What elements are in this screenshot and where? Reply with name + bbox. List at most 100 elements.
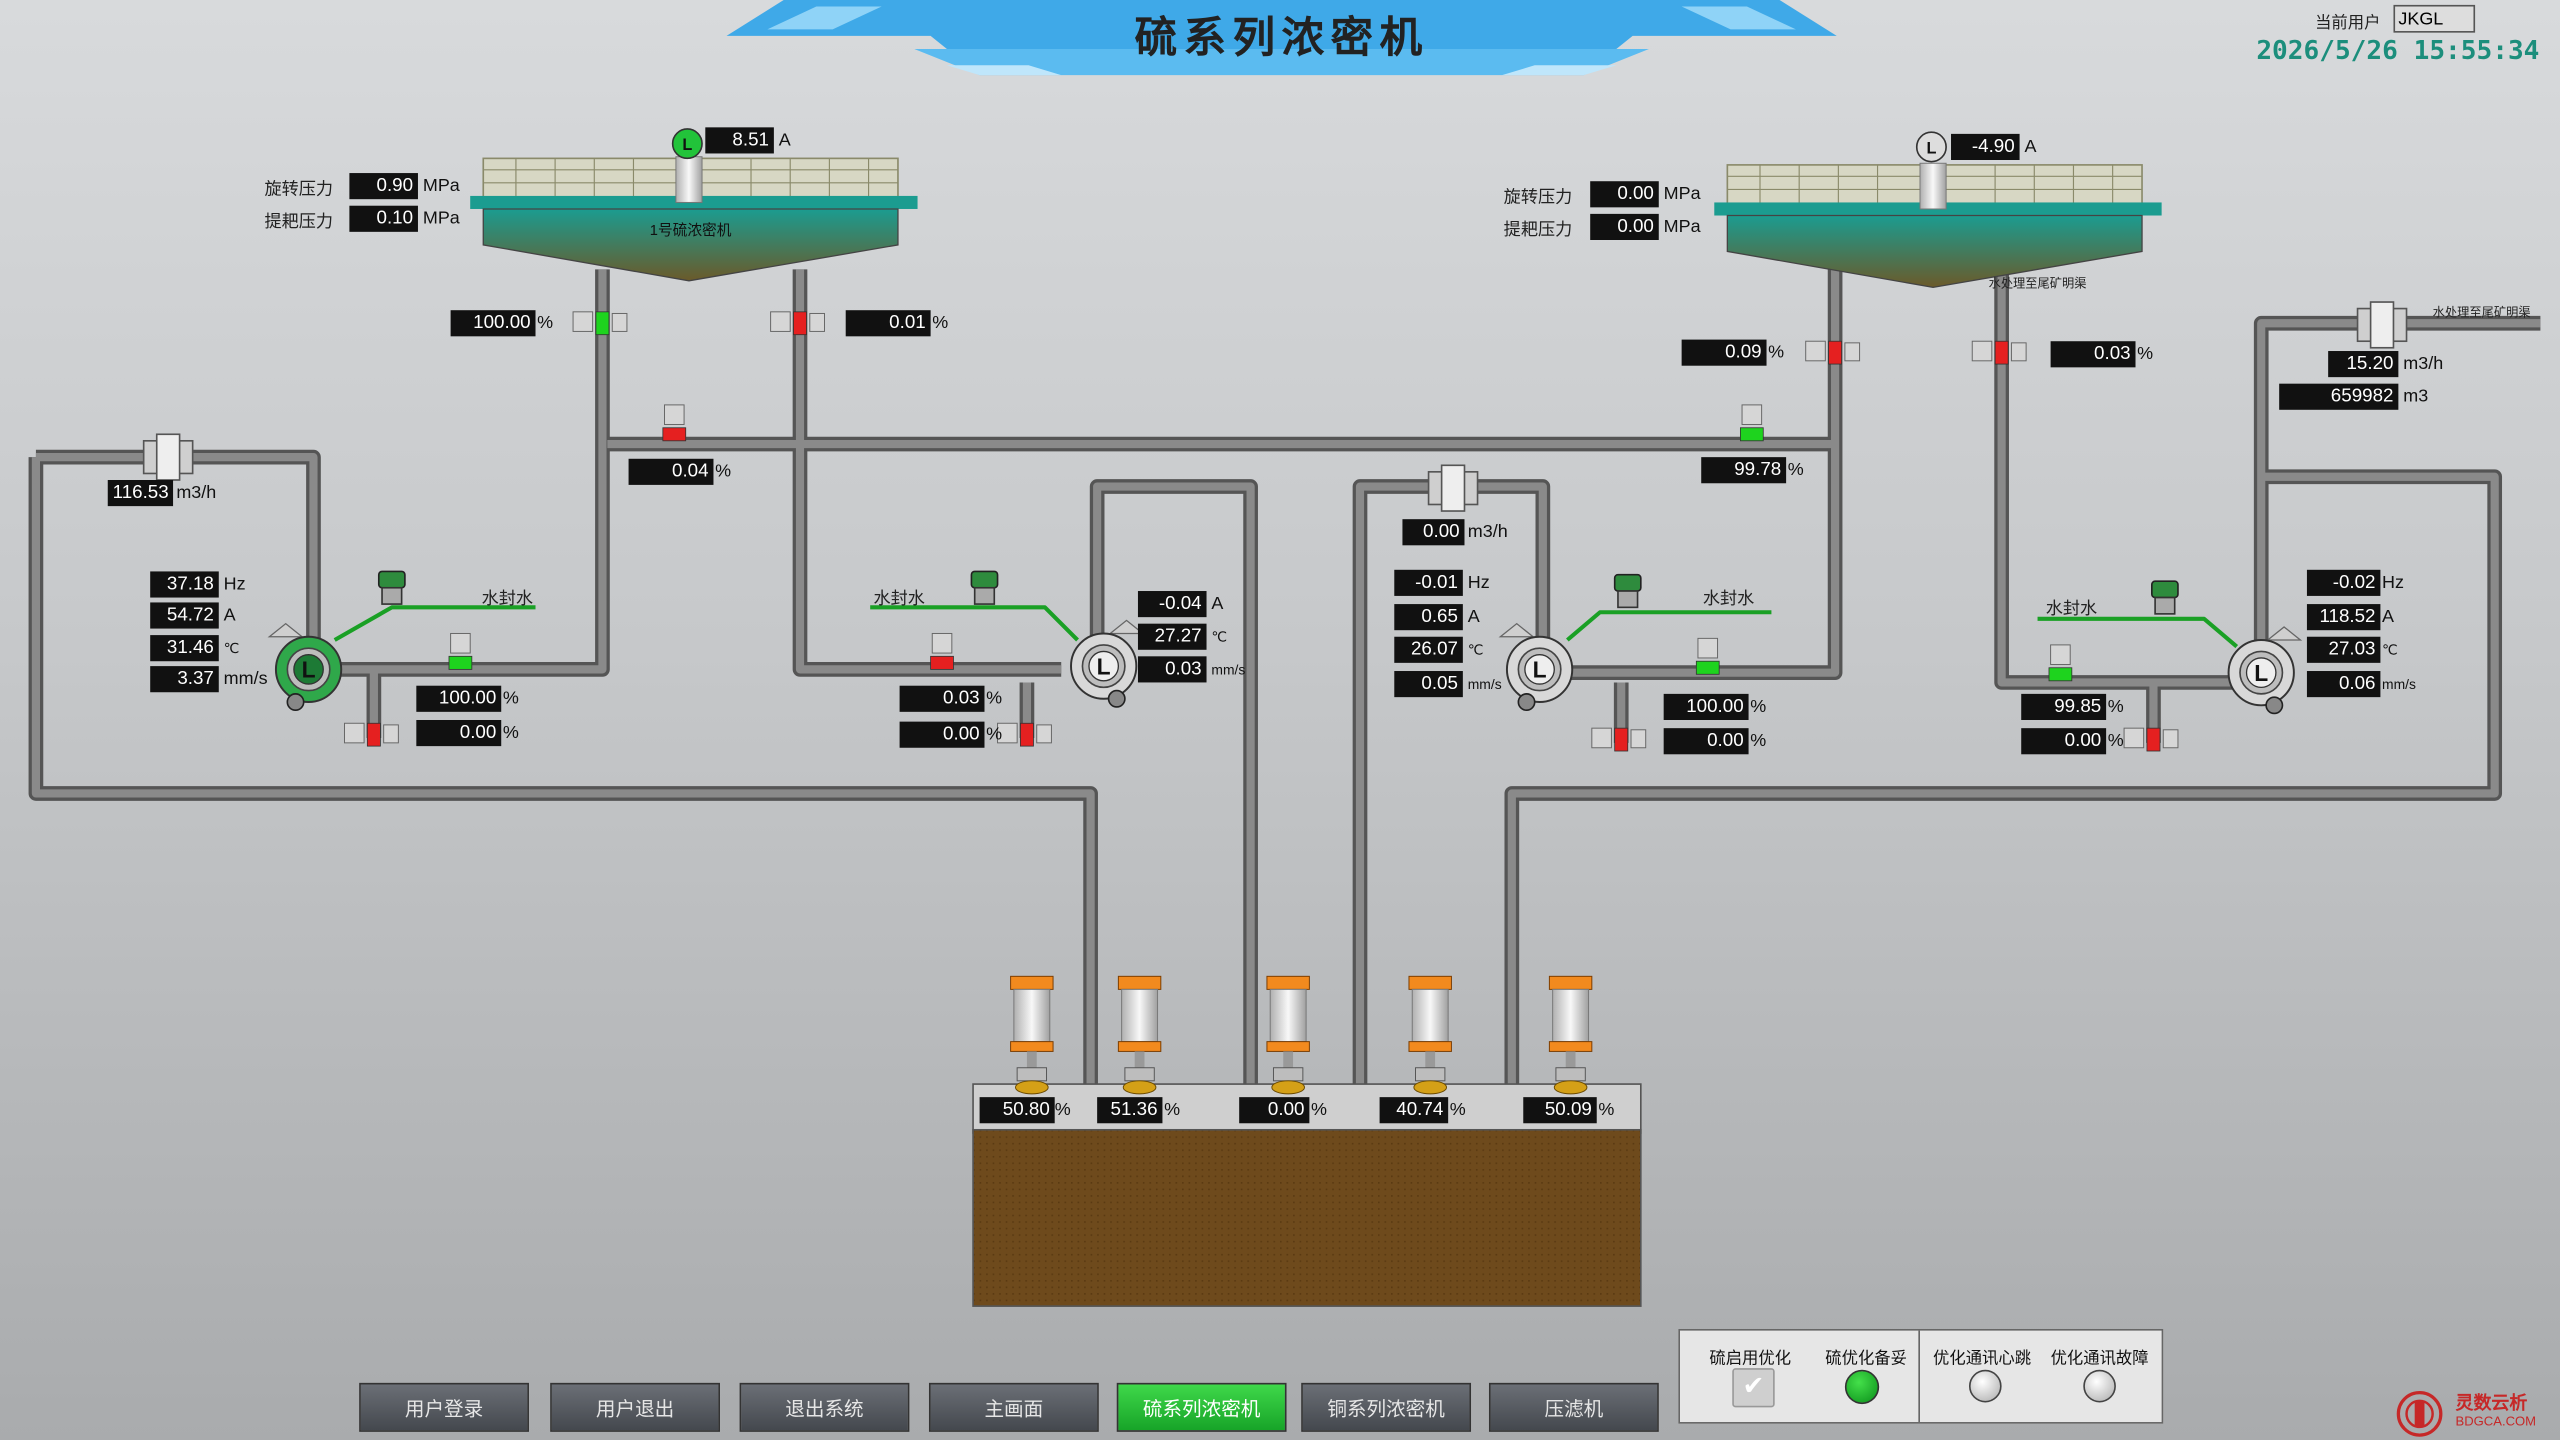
- nav-filter-press-button[interactable]: 压滤机: [1488, 1382, 1659, 1432]
- percent-unit: %: [2107, 731, 2124, 752]
- valve-header-right-icon[interactable]: [1739, 404, 1764, 442]
- percent-unit: %: [986, 724, 1003, 745]
- pump3-amp: 0.65: [1394, 604, 1463, 631]
- flowmeter-left-icon[interactable]: [142, 433, 194, 481]
- valve-t1-left-out-icon[interactable]: [572, 311, 628, 336]
- nav-user-login-button[interactable]: 用户登录: [359, 1382, 529, 1432]
- thickener-2-rotate-unit: MPa: [1663, 184, 1701, 205]
- svg-text:L: L: [1926, 139, 1936, 157]
- comm-heartbeat-label: 优化通讯心跳: [1933, 1350, 2032, 1369]
- feed-valve-2-icon[interactable]: [1117, 975, 1162, 1095]
- feed-valve-3-value: 0.00: [1239, 1097, 1310, 1124]
- vib-unit: mm/s: [2382, 675, 2416, 693]
- valve-pump1-drain-icon[interactable]: [343, 722, 399, 747]
- valve-pump4-drain-icon[interactable]: [2123, 727, 2179, 752]
- valve-pump3-out-icon[interactable]: [1695, 637, 1720, 675]
- right-flow-label: 水处理至尾矿明渠: [2432, 305, 2531, 320]
- pump-2-icon[interactable]: L: [1070, 619, 1145, 708]
- water-seal-label-4: 水封水: [2045, 599, 2098, 619]
- thickener-2-rotate-label: 旋转压力: [1503, 187, 1573, 208]
- pump4-hz: -0.02: [2306, 569, 2381, 596]
- optimization-panel: 硫启用优化 硫优化备妥 优化通讯心跳 优化通讯故障 ✔: [1678, 1328, 2164, 1424]
- enable-optimization-label: 硫启用优化: [1709, 1350, 1792, 1369]
- valve-t2-right-out-value: 0.03: [2050, 341, 2136, 368]
- percent-unit: %: [2107, 697, 2124, 717]
- svg-text:L: L: [302, 657, 316, 683]
- valve-header-left-icon[interactable]: [662, 404, 687, 442]
- optimization-standby-indicator: [1844, 1369, 1880, 1405]
- percent-unit: %: [1787, 460, 1804, 480]
- left-flow-value: 116.53: [107, 479, 174, 507]
- thickener-1-lift-unit: MPa: [422, 208, 460, 229]
- valve-header-right-value: 99.78: [1701, 457, 1787, 484]
- thickener-2-motor-icon: L: [1915, 131, 1947, 163]
- flowmeter-right-icon[interactable]: [2356, 301, 2408, 349]
- amp-unit: A: [1467, 607, 1480, 627]
- thickener-1-rotate-value: 0.90: [349, 173, 418, 200]
- valve-pump3-drain-icon[interactable]: [1591, 727, 1647, 752]
- water-seal-label-1: 水封水: [481, 589, 534, 609]
- page-title: 硫系列浓密机: [1134, 14, 1429, 64]
- pump-4-icon[interactable]: L: [2227, 626, 2303, 715]
- feed-valve-5-icon[interactable]: [1548, 975, 1593, 1095]
- pump-1-icon[interactable]: L: [267, 622, 343, 712]
- center-flow-value: 0.00: [1402, 519, 1465, 546]
- percent-unit: %: [502, 723, 519, 743]
- valve-pump1-out-icon[interactable]: [448, 632, 473, 670]
- nav-main-screen-button[interactable]: 主画面: [928, 1382, 1099, 1432]
- pump-3-icon[interactable]: L: [1498, 622, 1574, 712]
- feed-valve-2-value: 51.36: [1097, 1097, 1163, 1124]
- pump2-amp: -0.04: [1137, 591, 1207, 618]
- feed-valve-4-icon[interactable]: [1408, 975, 1452, 1095]
- vib-unit: mm/s: [1211, 661, 1246, 678]
- pump3-vib: 0.05: [1394, 671, 1463, 698]
- feed-valve-1-icon[interactable]: [1010, 975, 1054, 1095]
- percent-unit: %: [1449, 1100, 1466, 1120]
- water-seal-label-2: 水封水: [873, 589, 925, 609]
- comm-fault-label: 优化通讯故障: [2050, 1350, 2149, 1369]
- thickener-2-lift-label: 提耙压力: [1503, 220, 1573, 240]
- datetime: 2026/5/26 15:55:34: [2256, 34, 2540, 66]
- valve-pump2-out-icon[interactable]: [930, 632, 954, 670]
- amp-unit: A: [223, 605, 236, 626]
- valve-pump4-drain-value: 0.00: [2021, 728, 2107, 755]
- hz-unit: Hz: [223, 574, 246, 595]
- valve-pump4-out-icon[interactable]: [2048, 644, 2073, 682]
- valve-pump2-drain-icon[interactable]: [997, 722, 1052, 747]
- thickener-2-current-unit: A: [2024, 137, 2037, 157]
- nav-copper-thickener-button[interactable]: 铜系列浓密机: [1301, 1382, 1472, 1432]
- feed-valve-3-icon[interactable]: [1266, 975, 1310, 1095]
- thickener-1-current-unit: A: [778, 130, 791, 151]
- thickener-2-rotate-value: 0.00: [1590, 181, 1659, 208]
- valve-pump2-drain-value: 0.00: [899, 721, 985, 748]
- valve-t2-left-out-icon[interactable]: [1805, 340, 1861, 365]
- percent-unit: %: [1164, 1100, 1181, 1120]
- svg-text:L: L: [2254, 660, 2268, 686]
- seal-water-valves: [377, 570, 2179, 615]
- valve-pump3-out-value: 100.00: [1663, 693, 1749, 720]
- percent-unit: %: [932, 313, 949, 334]
- nav-user-logout-button[interactable]: 用户退出: [550, 1382, 720, 1432]
- percent-unit: %: [1311, 1100, 1327, 1120]
- svg-text:L: L: [682, 136, 692, 154]
- thickener-1-rotate-unit: MPa: [422, 176, 460, 196]
- percent-unit: %: [537, 313, 554, 334]
- nav-exit-system-button[interactable]: 退出系统: [739, 1382, 910, 1432]
- thickener-2-current: -4.90: [1951, 133, 2020, 160]
- percent-unit: %: [1750, 697, 1767, 717]
- pump2-vib: 0.03: [1137, 656, 1207, 683]
- current-user-value: JKGL: [2393, 4, 2476, 33]
- valve-t2-right-out-icon[interactable]: [1971, 340, 2027, 365]
- enable-optimization-checkbox[interactable]: ✔: [1732, 1368, 1775, 1408]
- pump4-temp: 27.03: [2306, 636, 2381, 663]
- valve-t1-right-out-icon[interactable]: [770, 311, 825, 336]
- nav-sulfur-thickener-button[interactable]: 硫系列浓密机: [1116, 1382, 1287, 1432]
- pump4-amp: 118.52: [2306, 604, 2381, 631]
- feed-valve-1-value: 50.80: [979, 1097, 1055, 1124]
- percent-unit: %: [1768, 342, 1785, 363]
- temp-unit: ℃: [2382, 641, 2398, 658]
- flowmeter-center-icon[interactable]: [1427, 464, 1479, 512]
- pump3-hz: -0.01: [1394, 569, 1463, 596]
- optimization-standby-label: 硫优化备妥: [1825, 1350, 1907, 1369]
- hz-unit: Hz: [1467, 573, 1490, 593]
